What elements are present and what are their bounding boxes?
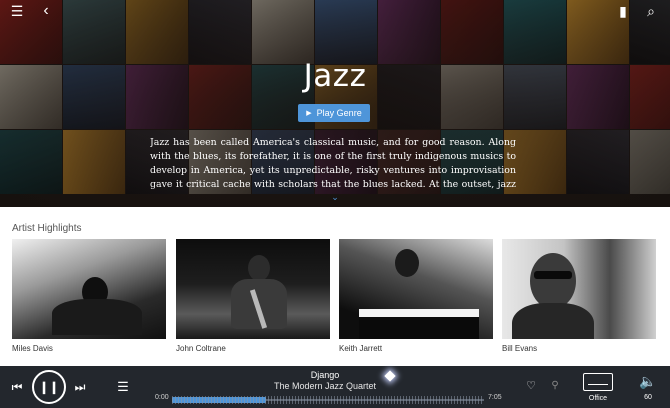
search-icon[interactable]: ⌕	[640, 2, 662, 20]
genre-description: Jazz has been called America's classical…	[150, 137, 516, 190]
artist-photo	[502, 239, 656, 339]
artist-photo	[176, 239, 330, 339]
previous-track-icon[interactable]: ⏮	[9, 378, 25, 396]
progress-scrubber[interactable]	[172, 396, 484, 404]
menu-icon[interactable]: ☰	[6, 2, 28, 20]
artist-card-miles-davis[interactable]: Miles Davis	[12, 239, 166, 353]
pause-button[interactable]: ❙❙	[32, 370, 66, 404]
track-duration: 7:05	[488, 394, 502, 401]
pin-icon[interactable]: ⚲	[548, 378, 562, 394]
play-icon: ▶	[306, 110, 312, 117]
artist-card-bill-evans[interactable]: Bill Evans	[502, 239, 656, 353]
artist-name: Bill Evans	[502, 344, 538, 353]
heart-icon[interactable]: ♡	[524, 378, 538, 394]
artist-name: Miles Davis	[12, 344, 53, 353]
artist-name: Keith Jarrett	[339, 344, 383, 353]
now-playing-bar: ⏮ ❙❙ ⏭ ☰ Django The Modern Jazz Quartet …	[0, 366, 670, 408]
play-genre-label: Play Genre	[316, 108, 362, 118]
track-artist: The Modern Jazz Quartet	[273, 381, 377, 391]
pause-icon: ❙❙	[38, 380, 60, 394]
genre-hero: ☰ ‹ ▮ ⌕ Jazz ▶ Play Genre Jazz has been …	[0, 0, 670, 207]
volume-level: 60	[644, 394, 652, 401]
artist-card-keith-jarrett[interactable]: Keith Jarrett	[339, 239, 493, 353]
artist-name: John Coltrane	[176, 344, 226, 353]
genre-title: Jazz	[303, 58, 367, 94]
artist-photo	[12, 239, 166, 339]
queue-icon[interactable]: ☰	[114, 378, 132, 396]
volume-icon[interactable]: 🔈	[638, 372, 658, 390]
artist-photo	[339, 239, 493, 339]
artist-card-john-coltrane[interactable]: John Coltrane	[176, 239, 330, 353]
elapsed-time: 0:00	[155, 394, 169, 401]
speaker-device-icon[interactable]	[583, 373, 613, 391]
play-genre-button[interactable]: ▶ Play Genre	[298, 104, 370, 122]
artist-highlights-heading: Artist Highlights	[12, 223, 82, 234]
waveform	[172, 396, 484, 404]
next-track-icon[interactable]: ⏭	[72, 378, 88, 396]
expand-chevron-icon[interactable]: ⌄	[329, 192, 341, 202]
back-icon[interactable]: ‹	[35, 2, 57, 20]
bookmark-icon[interactable]: ▮	[612, 2, 634, 20]
room-name[interactable]: Office	[580, 395, 616, 402]
